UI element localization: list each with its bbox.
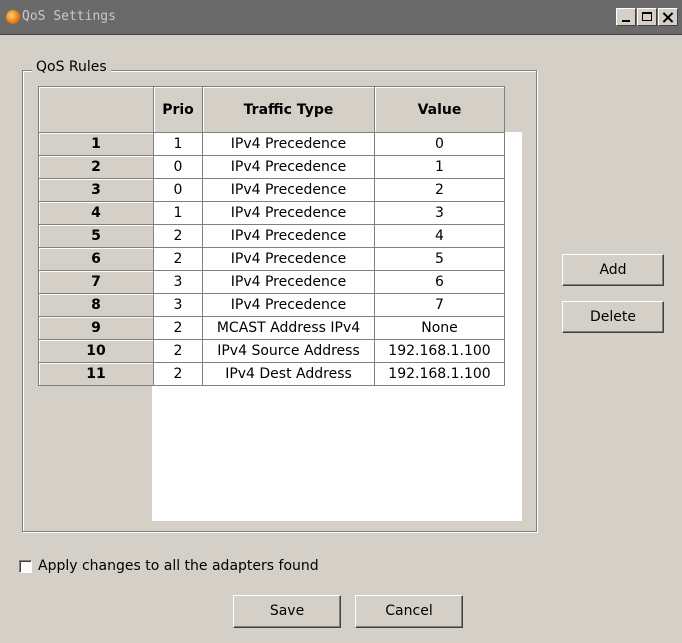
row-number-cell[interactable]: 9	[38, 316, 154, 340]
prio-cell[interactable]: 3	[153, 270, 203, 294]
traffic-type-cell[interactable]: IPv4 Precedence	[202, 224, 375, 248]
prio-cell[interactable]: 2	[153, 224, 203, 248]
qos-rules-legend: QoS Rules	[32, 59, 111, 75]
window-controls	[616, 8, 678, 26]
column-header-prio[interactable]: Prio	[153, 86, 203, 133]
table-row[interactable]: 11 2 IPv4 Dest Address 192.168.1.100	[38, 362, 505, 386]
traffic-type-cell[interactable]: IPv4 Precedence	[202, 178, 375, 202]
traffic-type-cell[interactable]: IPv4 Source Address	[202, 339, 375, 363]
table-row[interactable]: 2 0 IPv4 Precedence 1	[38, 155, 505, 179]
row-number-cell[interactable]: 4	[38, 201, 154, 225]
apply-all-adapters-label[interactable]: Apply changes to all the adapters found	[38, 558, 319, 574]
apply-all-adapters-option[interactable]: Apply changes to all the adapters found	[19, 558, 319, 574]
traffic-type-cell[interactable]: IPv4 Precedence	[202, 201, 375, 225]
row-number-cell[interactable]: 7	[38, 270, 154, 294]
traffic-type-cell[interactable]: MCAST Address IPv4	[202, 316, 375, 340]
table-row[interactable]: 6 2 IPv4 Precedence 5	[38, 247, 505, 271]
app-logo-icon	[6, 10, 20, 24]
traffic-type-cell[interactable]: IPv4 Dest Address	[202, 362, 375, 386]
table-row[interactable]: 8 3 IPv4 Precedence 7	[38, 293, 505, 317]
value-cell[interactable]: 4	[374, 224, 505, 248]
table-row[interactable]: 7 3 IPv4 Precedence 6	[38, 270, 505, 294]
row-number-cell[interactable]: 3	[38, 178, 154, 202]
value-cell[interactable]: 192.168.1.100	[374, 339, 505, 363]
prio-cell[interactable]: 2	[153, 362, 203, 386]
row-number-cell[interactable]: 10	[38, 339, 154, 363]
traffic-type-cell[interactable]: IPv4 Precedence	[202, 132, 375, 156]
title-bar: QoS Settings	[0, 0, 682, 35]
prio-cell[interactable]: 1	[153, 201, 203, 225]
value-cell[interactable]: 7	[374, 293, 505, 317]
prio-cell[interactable]: 2	[153, 316, 203, 340]
corner-header[interactable]	[38, 86, 154, 133]
table-row[interactable]: 4 1 IPv4 Precedence 3	[38, 201, 505, 225]
close-icon[interactable]	[658, 8, 678, 26]
prio-cell[interactable]: 2	[153, 339, 203, 363]
traffic-type-cell[interactable]: IPv4 Precedence	[202, 270, 375, 294]
add-button[interactable]: Add	[562, 254, 664, 286]
rules-table-area: Prio Traffic Type Value 1 1 IPv4 Precedenc…	[38, 86, 522, 521]
prio-cell[interactable]: 2	[153, 247, 203, 271]
rules-table: Prio Traffic Type Value 1 1 IPv4 Precedenc…	[38, 86, 505, 386]
value-cell[interactable]: 3	[374, 201, 505, 225]
row-number-cell[interactable]: 5	[38, 224, 154, 248]
value-cell[interactable]: 192.168.1.100	[374, 362, 505, 386]
delete-button[interactable]: Delete	[562, 301, 664, 333]
table-header-row: Prio Traffic Type Value	[38, 86, 505, 133]
value-cell[interactable]: 6	[374, 270, 505, 294]
row-number-cell[interactable]: 11	[38, 362, 154, 386]
save-button[interactable]: Save	[233, 595, 341, 628]
prio-cell[interactable]: 3	[153, 293, 203, 317]
cancel-button[interactable]: Cancel	[355, 595, 463, 628]
value-cell[interactable]: None	[374, 316, 505, 340]
table-row[interactable]: 1 1 IPv4 Precedence 0	[38, 132, 505, 156]
traffic-type-cell[interactable]: IPv4 Precedence	[202, 247, 375, 271]
traffic-type-cell[interactable]: IPv4 Precedence	[202, 155, 375, 179]
table-row[interactable]: 10 2 IPv4 Source Address 192.168.1.100	[38, 339, 505, 363]
value-cell[interactable]: 5	[374, 247, 505, 271]
window-title: QoS Settings	[22, 9, 116, 24]
maximize-icon[interactable]	[637, 8, 657, 26]
table-row[interactable]: 3 0 IPv4 Precedence 2	[38, 178, 505, 202]
value-cell[interactable]: 1	[374, 155, 505, 179]
row-number-cell[interactable]: 1	[38, 132, 154, 156]
value-cell[interactable]: 2	[374, 178, 505, 202]
table-row[interactable]: 9 2 MCAST Address IPv4 None	[38, 316, 505, 340]
row-number-cell[interactable]: 2	[38, 155, 154, 179]
traffic-type-cell[interactable]: IPv4 Precedence	[202, 293, 375, 317]
row-number-cell[interactable]: 8	[38, 293, 154, 317]
prio-cell[interactable]: 1	[153, 132, 203, 156]
row-number-cell[interactable]: 6	[38, 247, 154, 271]
column-header-value[interactable]: Value	[374, 86, 505, 133]
prio-cell[interactable]: 0	[153, 155, 203, 179]
table-row[interactable]: 5 2 IPv4 Precedence 4	[38, 224, 505, 248]
apply-all-adapters-checkbox[interactable]	[19, 559, 32, 573]
prio-cell[interactable]: 0	[153, 178, 203, 202]
column-header-traffic-type[interactable]: Traffic Type	[202, 86, 375, 133]
minimize-icon[interactable]	[616, 8, 636, 26]
value-cell[interactable]: 0	[374, 132, 505, 156]
